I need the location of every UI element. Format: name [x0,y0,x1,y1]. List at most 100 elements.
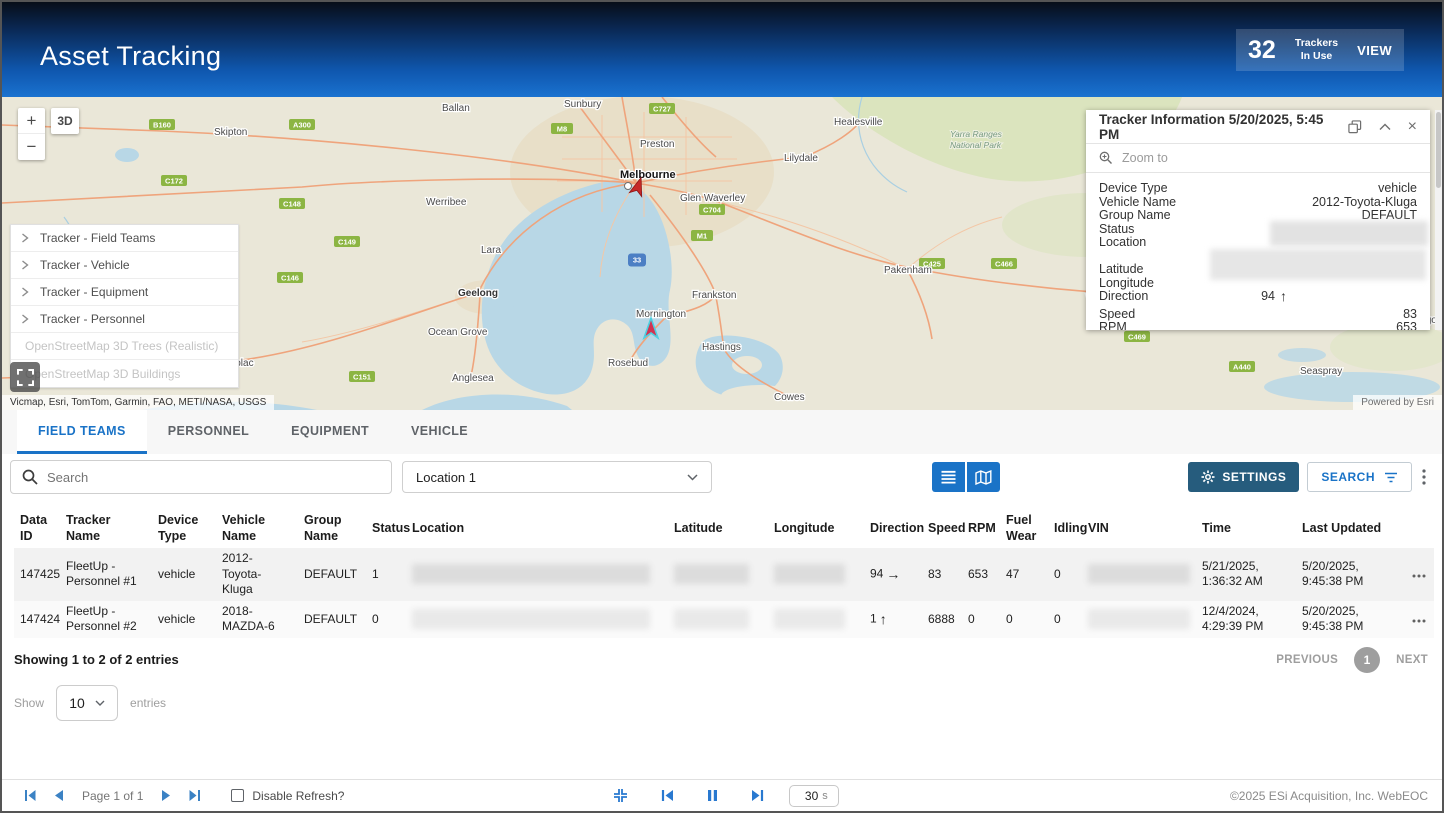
tab-personnel[interactable]: PERSONNEL [147,410,270,454]
layer-item-field-teams[interactable]: Tracker - Field Teams [11,225,238,252]
map-lake [115,148,139,162]
col-fuel-wear[interactable]: Fuel Wear [1000,508,1048,548]
col-last-updated[interactable]: Last Updated [1296,508,1398,548]
popup-scrollbar[interactable] [1435,110,1442,330]
search-icon [22,469,38,485]
dock-icon[interactable] [1348,120,1362,134]
page-title: Asset Tracking [40,41,221,72]
col-status[interactable]: Status [366,508,406,548]
list-view-button[interactable] [932,462,965,492]
first-page-button[interactable] [24,789,37,802]
col-latitude[interactable]: Latitude [668,508,768,548]
zoom-out-button[interactable]: − [18,134,45,160]
map-label-healesville: Healesville [834,117,883,128]
col-time[interactable]: Time [1196,508,1296,548]
col-group-name[interactable]: Group Name [298,508,366,548]
search-filter-button[interactable]: SEARCH [1307,462,1412,492]
map-label-rosebud: Rosebud [608,358,648,369]
road-shield: C727 [649,103,675,114]
zoom-to-icon [1099,151,1113,165]
col-vehicle-name[interactable]: Vehicle Name [216,508,298,548]
layer-item-osm-3d-trees[interactable]: OpenStreetMap 3D Trees (Realistic) [11,333,238,360]
collapse-icon[interactable] [1379,123,1391,131]
field-direction: Direction 94↑ [1099,290,1417,304]
page-number-button[interactable]: 1 [1354,647,1380,673]
scrollbar-thumb[interactable] [1436,112,1441,188]
next-icon [161,789,172,802]
location-select[interactable]: Location 1 [402,461,712,493]
col-speed[interactable]: Speed [922,508,962,548]
map-label-hastings: Hastings [702,342,741,353]
view-button[interactable]: VIEW [1357,43,1392,58]
col-device-type[interactable]: Device Type [152,508,216,548]
city-dot-melbourne [625,183,632,190]
col-rpm[interactable]: RPM [962,508,1000,548]
last-page-button[interactable] [188,789,201,802]
app-header: Asset Tracking 32 Trackers In Use VIEW [2,2,1442,97]
close-icon[interactable]: × [1408,119,1417,135]
disable-refresh-checkbox[interactable]: Disable Refresh? [231,789,344,803]
col-data-id[interactable]: Data ID [14,508,60,548]
map[interactable]: M8 A300 B160 C172 C727 C704 C148 C146 B1… [2,97,1442,410]
list-icon [940,470,957,485]
map-3d-button[interactable]: 3D [51,108,79,134]
field-vehicle-name: Vehicle Name2012-Toyota-Kluga [1099,196,1417,210]
layer-item-personnel[interactable]: Tracker - Personnel [11,306,238,333]
col-tracker-name[interactable]: Tracker Name [60,508,152,548]
col-idling[interactable]: Idling [1048,508,1082,548]
table-row[interactable]: 147425 FleetUp - Personnel #1 vehicle 20… [14,548,1434,601]
collapse-panel-button[interactable] [613,788,628,803]
tab-equipment[interactable]: EQUIPMENT [270,410,390,454]
svg-text:C148: C148 [283,200,301,209]
map-lake [1278,348,1326,362]
layer-item-vehicle[interactable]: Tracker - Vehicle [11,252,238,279]
road-shield: C151 [349,371,375,382]
map-label-yarra-ranges-np: Yarra Ranges [950,129,1003,139]
layer-item-equipment[interactable]: Tracker - Equipment [11,279,238,306]
search-input[interactable] [47,470,380,485]
content-spacer [2,731,1442,779]
previous-page-button[interactable] [53,789,64,802]
more-options-button[interactable] [1422,469,1426,485]
map-fullscreen-button[interactable] [10,362,40,392]
kebab-icon [1422,469,1426,485]
svg-text:C466: C466 [995,260,1013,269]
interval-unit: s [822,790,828,802]
road-shield: C466 [991,258,1017,269]
col-vin[interactable]: VIN [1082,508,1196,548]
layer-item-osm-3d-buildings[interactable]: OpenStreetMap 3D Buildings [11,360,238,387]
skip-to-start-button[interactable] [661,789,674,802]
checkbox-box[interactable] [231,789,244,802]
col-location[interactable]: Location [406,508,668,548]
road-shield: A440 [1229,361,1255,372]
col-direction[interactable]: Direction [864,508,922,548]
map-view-button[interactable] [967,462,1000,492]
app-footer: Page 1 of 1 Disable Refresh? [2,779,1442,811]
zoom-to-action[interactable]: Zoom to [1086,144,1430,173]
field-rpm: RPM653 [1099,321,1417,330]
page-size-select[interactable]: 10 [56,685,118,721]
zoom-in-button[interactable]: + [18,108,45,134]
trackers-in-use-widget[interactable]: 32 Trackers In Use VIEW [1236,29,1404,71]
map-label-pakenham: Pakenham [884,265,932,276]
copyright-text: ©2025 ESi Acquisition, Inc. WebEOC [1230,789,1428,803]
col-longitude[interactable]: Longitude [768,508,864,548]
skip-to-end-button[interactable] [751,789,764,802]
row-menu-icon[interactable] [1412,619,1426,623]
tracker-count-label: Trackers In Use [1286,37,1347,62]
row-menu-icon[interactable] [1412,574,1426,578]
map-label-ballan: Ballan [442,103,470,114]
tab-field-teams[interactable]: FIELD TEAMS [17,410,147,454]
settings-button[interactable]: SETTINGS [1188,462,1299,492]
pause-button[interactable] [707,789,718,802]
chevron-down-icon [687,474,698,481]
refresh-interval-box: s [789,785,839,807]
compress-icon [613,788,628,803]
last-page-icon [188,789,201,802]
refresh-interval-input[interactable] [800,789,818,803]
next-page-button[interactable] [161,789,172,802]
previous-page-link[interactable]: PREVIOUS [1276,654,1338,666]
tab-vehicle[interactable]: VEHICLE [390,410,489,454]
next-page-link[interactable]: NEXT [1396,654,1428,666]
table-row[interactable]: 147424 FleetUp - Personnel #2 vehicle 20… [14,601,1434,638]
